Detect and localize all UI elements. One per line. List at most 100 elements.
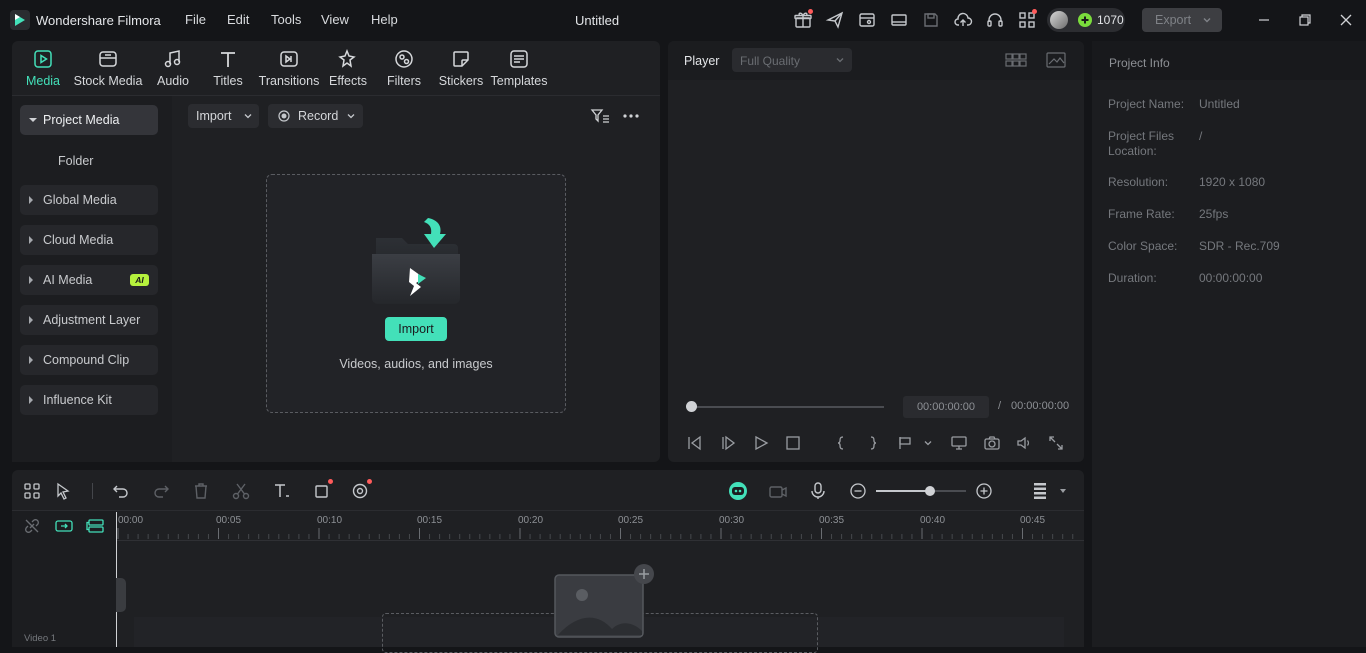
playback-scrubber[interactable] xyxy=(686,401,697,412)
send-icon[interactable] xyxy=(825,10,845,30)
marker-icon[interactable] xyxy=(896,434,914,452)
volume-icon[interactable] xyxy=(1015,434,1033,452)
sidebar-item-label: Compound Clip xyxy=(43,353,130,367)
notification-dot xyxy=(1032,9,1037,14)
split-scissors-icon[interactable] xyxy=(231,481,251,501)
record-dropdown[interactable]: Record xyxy=(268,104,363,128)
play-icon[interactable] xyxy=(752,434,770,452)
menu-view[interactable]: View xyxy=(321,12,349,27)
templates-icon xyxy=(509,49,529,69)
tab-media[interactable]: Media xyxy=(8,47,78,91)
menu-help[interactable]: Help xyxy=(371,12,398,27)
text-tool-icon[interactable] xyxy=(272,481,292,501)
select-tool-icon[interactable] xyxy=(54,481,74,501)
redo-icon[interactable] xyxy=(151,481,171,501)
caret-down-icon xyxy=(29,118,37,122)
camera-snapshot-icon[interactable] xyxy=(983,434,1001,452)
sidebar-item-project-media[interactable]: Project Media xyxy=(20,105,158,135)
import-button[interactable]: Import xyxy=(385,317,447,341)
support-headset-icon[interactable] xyxy=(985,10,1005,30)
drop-hint: Videos, audios, and images xyxy=(339,357,493,371)
tab-titles[interactable]: Titles xyxy=(193,47,263,91)
ai-tool-icon[interactable] xyxy=(351,481,371,501)
magnetic-track-icon[interactable] xyxy=(86,517,106,535)
tab-templates[interactable]: Templates xyxy=(484,47,554,91)
toolbar-separator xyxy=(92,483,93,499)
chevron-down-icon xyxy=(835,55,845,65)
caret-right-icon xyxy=(29,396,33,404)
ai-assistant-icon[interactable] xyxy=(728,481,748,501)
import-dropdown[interactable]: Import xyxy=(188,104,259,128)
camera-record-icon[interactable] xyxy=(768,481,788,501)
stop-icon[interactable] xyxy=(784,434,802,452)
sidebar-item-label: AI Media xyxy=(43,273,93,287)
zoom-in-icon[interactable] xyxy=(974,481,994,501)
playhead-handle[interactable] xyxy=(116,578,126,612)
ruler-label: 00:30 xyxy=(719,515,745,526)
import-label: Import xyxy=(196,109,232,123)
menu-file[interactable]: File xyxy=(185,12,206,27)
sidebar-item-adjustment-layer[interactable]: Adjustment Layer xyxy=(20,305,158,335)
chevron-down-icon[interactable] xyxy=(923,438,933,448)
effects-icon xyxy=(338,49,358,69)
previous-frame-icon[interactable] xyxy=(686,434,704,452)
menu-edit[interactable]: Edit xyxy=(227,12,249,27)
track-height-icon[interactable] xyxy=(1030,481,1050,501)
sidebar-item-compound-clip[interactable]: Compound Clip xyxy=(20,345,158,375)
avatar xyxy=(1050,11,1068,29)
info-label-resolution: Resolution: xyxy=(1108,175,1169,189)
zoom-slider-thumb[interactable] xyxy=(925,486,935,496)
add-media-icon[interactable] xyxy=(634,564,654,584)
layout-icon[interactable] xyxy=(889,10,909,30)
close-icon[interactable] xyxy=(1339,13,1353,27)
info-value-project-files-location: / xyxy=(1199,129,1203,143)
sidebar-item-influence-kit[interactable]: Influence Kit xyxy=(20,385,158,415)
account-credits[interactable]: 1070 xyxy=(1047,8,1125,32)
link-track-icon[interactable] xyxy=(54,517,74,535)
filter-sort-icon[interactable] xyxy=(590,107,610,125)
microphone-icon[interactable] xyxy=(808,481,828,501)
ruler-label: 00:10 xyxy=(317,515,343,526)
crop-icon[interactable] xyxy=(312,481,332,501)
mark-in-icon[interactable] xyxy=(832,434,850,452)
zoom-out-icon[interactable] xyxy=(848,481,868,501)
sidebar-item-label: Influence Kit xyxy=(43,393,112,407)
unlink-icon[interactable] xyxy=(23,517,41,535)
media-browser-icon[interactable] xyxy=(857,10,877,30)
more-options-icon[interactable] xyxy=(622,109,640,123)
info-value-duration: 00:00:00:00 xyxy=(1199,271,1263,285)
restore-icon[interactable] xyxy=(1298,13,1312,27)
caret-right-icon xyxy=(29,356,33,364)
delete-icon[interactable] xyxy=(191,481,211,501)
save-icon[interactable] xyxy=(921,10,941,30)
sidebar-item-cloud-media[interactable]: Cloud Media xyxy=(20,225,158,255)
fullscreen-icon[interactable] xyxy=(1047,434,1065,452)
layout-grid-icon[interactable] xyxy=(22,481,42,501)
sidebar-item-folder[interactable]: Folder xyxy=(58,154,93,168)
export-button[interactable]: Export xyxy=(1142,8,1222,32)
title-bar: Wondershare Filmora File Edit Tools View… xyxy=(0,0,1366,40)
info-label-color-space: Color Space: xyxy=(1108,239,1178,253)
cloud-upload-icon[interactable] xyxy=(953,10,973,30)
grid-view-icon[interactable] xyxy=(1005,52,1027,68)
player-viewport xyxy=(668,80,1084,392)
menu-tools[interactable]: Tools xyxy=(271,12,301,27)
sidebar-item-ai-media[interactable]: AI Media AI xyxy=(20,265,158,295)
snapshot-image-icon[interactable] xyxy=(1045,51,1067,69)
filters-icon xyxy=(394,49,414,69)
ruler-label: 00:00 xyxy=(118,515,144,526)
info-value-project-name: Untitled xyxy=(1199,97,1240,111)
sidebar-item-global-media[interactable]: Global Media xyxy=(20,185,158,215)
time-separator: / xyxy=(998,400,1002,412)
undo-icon[interactable] xyxy=(111,481,131,501)
caret-down-icon[interactable] xyxy=(1060,489,1066,493)
mark-out-icon[interactable] xyxy=(864,434,882,452)
minimize-icon[interactable] xyxy=(1257,13,1271,27)
playback-progress-track[interactable] xyxy=(691,406,884,408)
stock-media-icon xyxy=(98,49,118,69)
tab-stock-media[interactable]: Stock Media xyxy=(73,47,143,91)
next-frame-icon[interactable] xyxy=(720,434,738,452)
track-label-video-1: Video 1 xyxy=(24,633,57,644)
quality-select[interactable]: Full Quality xyxy=(732,48,852,72)
display-icon[interactable] xyxy=(950,434,968,452)
